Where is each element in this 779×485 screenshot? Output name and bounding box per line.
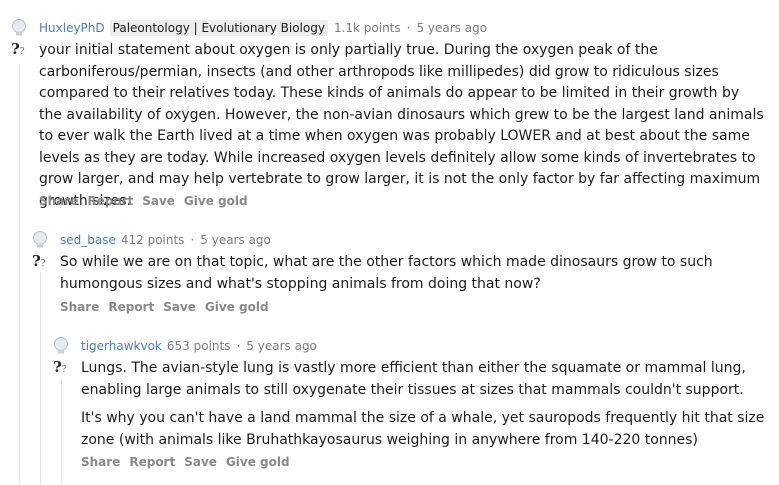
separator: ·: [190, 233, 195, 247]
comment-paragraph: your initial statement about oxygen is o…: [39, 42, 764, 209]
author-link[interactable]: tigerhawkvok: [81, 339, 162, 353]
report-button[interactable]: Report: [87, 194, 133, 208]
save-button[interactable]: Save: [142, 194, 175, 208]
share-button[interactable]: Share: [60, 300, 99, 314]
give-gold-button[interactable]: Give gold: [226, 455, 290, 469]
timestamp[interactable]: 5 years ago: [246, 339, 317, 353]
give-gold-button[interactable]: Give gold: [184, 194, 248, 208]
question-mark-icon: ??: [32, 252, 46, 270]
comment-meta: tigerhawkvok 653 points · 5 years ago: [81, 339, 317, 353]
vote-control[interactable]: ??: [52, 337, 72, 375]
comment-actions: Share Report Save Give gold: [81, 455, 299, 469]
comment-body: your initial statement about oxygen is o…: [39, 40, 764, 212]
separator: ·: [406, 21, 411, 35]
user-flair: Paleontology | Evolutionary Biology: [109, 20, 328, 36]
comment-body: So while we are on that topic, what are …: [60, 252, 765, 295]
save-button[interactable]: Save: [184, 455, 217, 469]
points: 412 points: [120, 233, 185, 247]
separator: ·: [236, 339, 241, 353]
report-button[interactable]: Report: [108, 300, 154, 314]
share-button[interactable]: Share: [81, 455, 120, 469]
points: 1.1k points: [333, 21, 401, 35]
comment-meta: sed_base 412 points · 5 years ago: [60, 233, 271, 247]
vote-control[interactable]: ??: [31, 231, 51, 269]
timestamp[interactable]: 5 years ago: [200, 233, 271, 247]
comment-paragraph: It's why you can't have a land mammal th…: [81, 410, 765, 448]
comment-body: Lungs. The avian-style lung is vastly mo…: [81, 358, 766, 451]
comment-paragraph: Lungs. The avian-style lung is vastly mo…: [81, 360, 746, 398]
vote-control[interactable]: ??: [10, 19, 30, 57]
question-mark-icon: ??: [11, 40, 25, 58]
thread-line-reply[interactable]: [40, 272, 41, 485]
comment-actions: Share Report Save Give gold: [39, 194, 257, 208]
comment-paragraph: So while we are on that topic, what are …: [60, 254, 713, 292]
points: 653 points: [166, 339, 231, 353]
author-link[interactable]: HuxleyPhD: [39, 21, 105, 35]
timestamp[interactable]: 5 years ago: [416, 21, 487, 35]
question-mark-icon: ??: [53, 358, 67, 376]
comment-meta: HuxleyPhD Paleontology | Evolutionary Bio…: [39, 20, 487, 36]
thread-line-nested[interactable]: [61, 380, 62, 485]
report-button[interactable]: Report: [129, 455, 175, 469]
share-button[interactable]: Share: [39, 194, 78, 208]
give-gold-button[interactable]: Give gold: [205, 300, 269, 314]
save-button[interactable]: Save: [163, 300, 196, 314]
author-link[interactable]: sed_base: [60, 233, 116, 247]
comment-actions: Share Report Save Give gold: [60, 300, 278, 314]
thread-line-root[interactable]: [19, 64, 20, 485]
